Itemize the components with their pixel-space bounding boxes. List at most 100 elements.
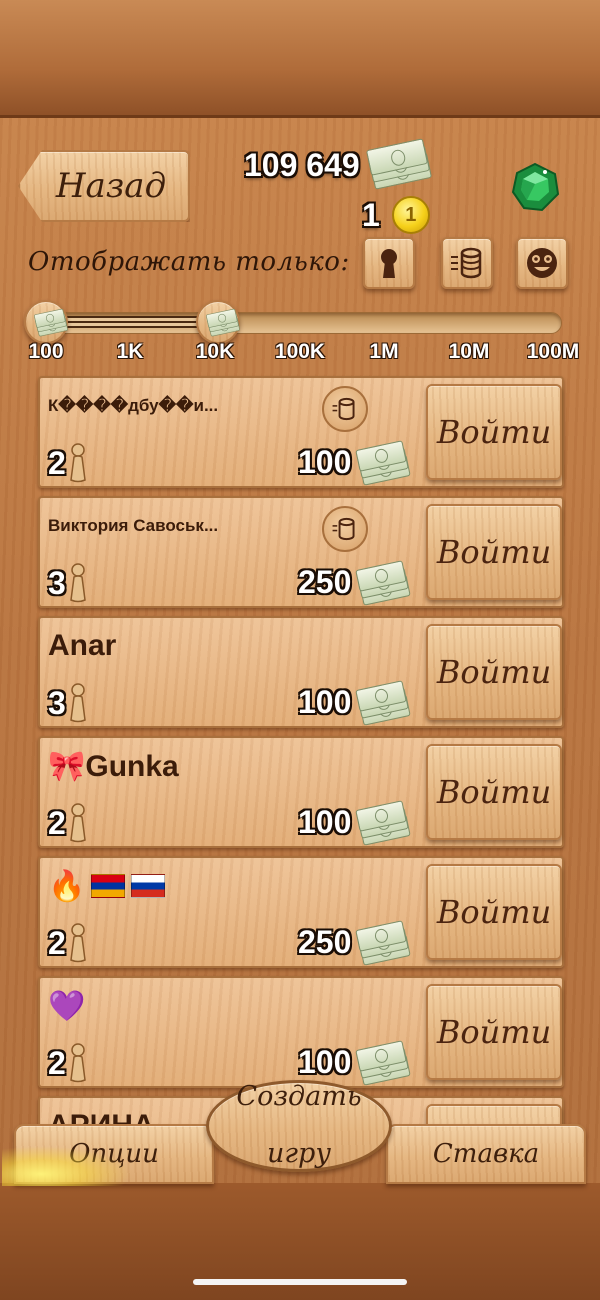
player-count: 2 [48, 802, 88, 844]
player-count-value: 2 [48, 444, 66, 481]
pawn-icon [69, 443, 86, 483]
filter-chips-button[interactable] [441, 237, 493, 289]
game-host-name: Виктория Савоськ... [48, 516, 219, 535]
pawn-icon [69, 683, 86, 723]
host-name-text: 🔥 [48, 869, 86, 903]
create-game-button[interactable]: Создать игру [206, 1080, 392, 1172]
banknotes-icon [355, 680, 412, 726]
game-row[interactable]: Anar 3 100 Войти [38, 616, 564, 728]
join-button-label: Войти [436, 773, 552, 811]
tick-label: 100K [274, 340, 326, 363]
money-amount: 109 649 [244, 146, 360, 183]
join-button[interactable]: Войти [426, 864, 562, 960]
back-button-label: Назад [55, 166, 167, 206]
player-count-value: 2 [48, 924, 66, 961]
pawn-icon [69, 563, 86, 603]
stake-tab[interactable]: Ставка [386, 1124, 586, 1184]
filter-locked-button[interactable] [363, 237, 415, 289]
pawn-icon [69, 923, 86, 963]
create-game-label-line1: Создать [236, 1081, 362, 1113]
top-wood-band [0, 0, 600, 118]
game-row[interactable]: 🎀Gunka 2 100 Войти [38, 736, 564, 848]
game-row[interactable]: 🔥 2 250 Войти [38, 856, 564, 968]
filter-friends-button[interactable] [516, 237, 568, 289]
game-bet: 250 [298, 560, 412, 606]
player-count: 2 [48, 922, 88, 964]
join-button-label: Войти [436, 653, 552, 691]
game-host-name: 💜 [48, 989, 86, 1023]
game-row[interactable]: К����дбу��и... 2 100 Войти [38, 376, 564, 488]
chip-stack-icon [322, 386, 368, 432]
create-game-label-line2: игру [267, 1138, 331, 1170]
bet-value: 100 [298, 1043, 352, 1080]
bet-value: 100 [298, 683, 352, 720]
game-bet: 100 [298, 800, 412, 846]
russia-flag-icon [131, 874, 166, 898]
pawn-icon [69, 803, 86, 843]
player-count: 3 [48, 682, 88, 724]
join-button[interactable]: Войти [426, 744, 562, 840]
join-button-label: Войти [436, 1013, 552, 1051]
chips-balance: 1 1 [362, 194, 430, 236]
bet-value: 100 [298, 803, 352, 840]
game-bet: 250 [298, 920, 412, 966]
banknotes-icon [355, 560, 412, 606]
banknotes-icon [355, 1040, 412, 1086]
banknotes-icon [355, 440, 412, 486]
chip-stack-icon [451, 247, 482, 279]
smiley-face-icon [527, 248, 557, 278]
join-button[interactable]: Войти [426, 504, 562, 600]
tick-label: 10K [195, 340, 235, 363]
bet-range-tick-labels: 100 1K 10K 100K 1M 10M 100M [0, 340, 600, 370]
banknotes-icon [365, 138, 432, 190]
player-count-value: 3 [48, 684, 66, 721]
join-button[interactable]: Войти [426, 624, 562, 720]
bet-value: 100 [298, 443, 352, 480]
bet-range-selected [46, 316, 216, 328]
tick-label: 1K [116, 340, 144, 363]
player-count-value: 2 [48, 804, 66, 841]
stake-tab-label: Ставка [432, 1139, 540, 1169]
options-tab-label: Опции [69, 1139, 159, 1169]
game-host-name: Anar [48, 629, 117, 662]
emerald-gem-icon[interactable] [510, 162, 560, 212]
money-balance: 109 649 [244, 138, 432, 190]
game-bet: 100 [298, 1040, 412, 1086]
pawn-icon [69, 1043, 86, 1083]
join-button-label: Войти [436, 413, 552, 451]
back-button[interactable]: Назад [18, 150, 190, 222]
game-list[interactable]: К����дбу��и... 2 100 Войти Виктория Саво… [32, 370, 570, 1130]
banknotes-icon [355, 800, 412, 846]
game-host-name: 🎀Gunka [48, 749, 179, 783]
chips-amount: 1 [362, 196, 380, 233]
bet-value: 250 [298, 923, 352, 960]
gold-coin-label: 1 [405, 203, 417, 226]
player-count: 2 [48, 1042, 88, 1084]
keyhole-icon [381, 249, 397, 278]
player-count: 2 [48, 442, 88, 484]
filter-label: Отображать только: [28, 247, 350, 277]
banknotes-icon [205, 308, 241, 337]
tick-label: 100 [28, 340, 64, 363]
player-count-value: 2 [48, 1044, 66, 1081]
chip-stack-icon [322, 506, 368, 552]
bet-value: 250 [298, 563, 352, 600]
player-count: 3 [48, 562, 88, 604]
slider-min-handle[interactable] [24, 300, 69, 344]
game-row[interactable]: 💜 2 100 Войти [38, 976, 564, 1088]
game-row[interactable]: Виктория Савоськ... 3 250 Войти [38, 496, 564, 608]
tick-label: 100M [526, 340, 580, 363]
home-indicator[interactable] [193, 1279, 407, 1285]
slider-max-handle[interactable] [196, 300, 241, 344]
gold-coin-icon: 1 [391, 196, 430, 234]
join-button-label: Войти [436, 893, 552, 931]
options-tab[interactable]: Опции [2, 1124, 214, 1186]
armenia-flag-icon [91, 874, 126, 898]
game-host-name: К����дбу��и... [48, 396, 219, 415]
tick-label: 1M [369, 340, 399, 363]
banknotes-icon [33, 308, 69, 337]
join-button[interactable]: Войти [426, 384, 562, 480]
game-bet: 100 [298, 440, 412, 486]
join-button-label: Войти [436, 533, 552, 571]
join-button[interactable]: Войти [426, 984, 562, 1080]
